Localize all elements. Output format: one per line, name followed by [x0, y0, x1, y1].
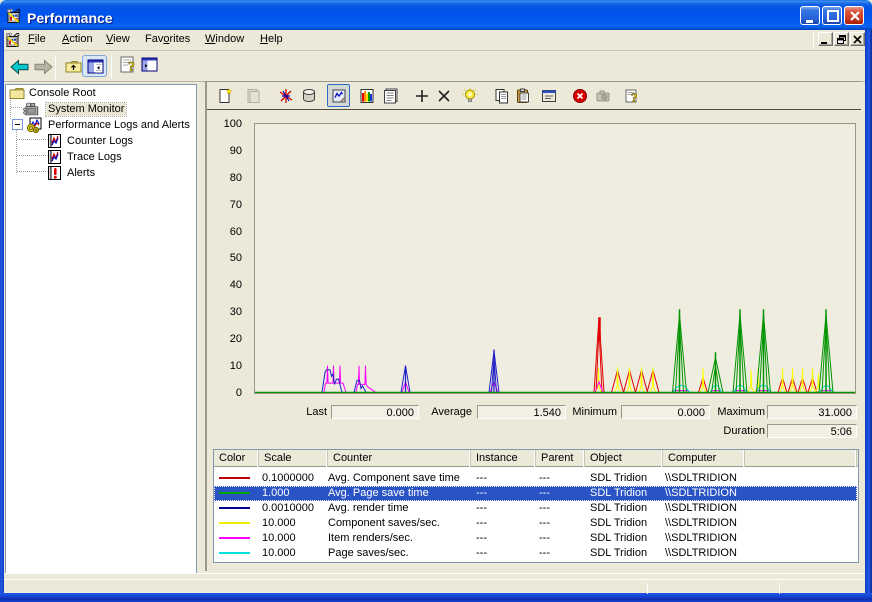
- svg-text:?: ?: [631, 90, 638, 104]
- svg-text:?: ?: [128, 60, 135, 75]
